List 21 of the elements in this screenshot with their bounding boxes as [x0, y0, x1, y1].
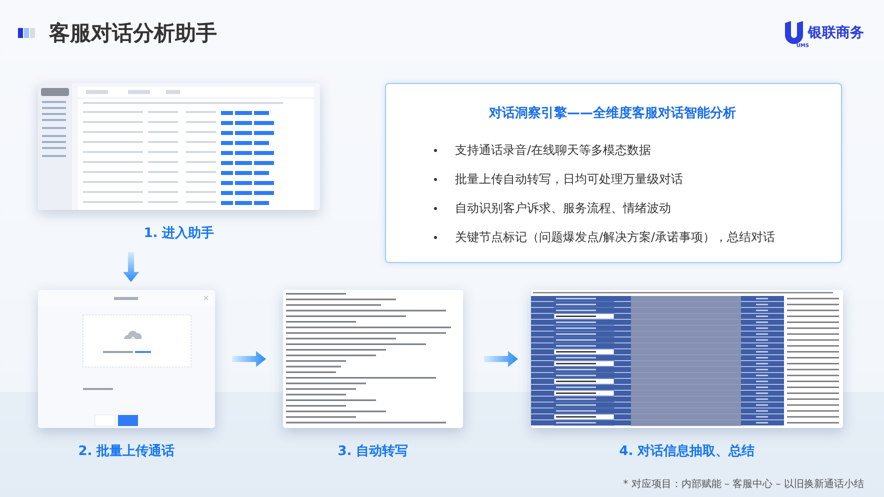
page-title: 客服对话分析助手 — [49, 20, 218, 47]
footnote: * 对应项目：内部赋能 – 客服中心 – 以旧换新通话小结 — [623, 478, 865, 492]
card-title: 对话洞察引擎——全维度客服对话智能分析 — [488, 104, 737, 122]
bullet-icon — [434, 149, 437, 152]
right-arrow-icon — [484, 351, 518, 367]
step-label: 1. 进入助手 — [144, 224, 214, 242]
bullet-icon — [434, 236, 437, 239]
logo-text: 银联商务 — [808, 24, 864, 42]
bullet-text: 自动识别客户诉求、服务流程、情绪波动 — [455, 200, 671, 217]
step-label: 3. 自动转写 — [338, 443, 408, 460]
bullet-text: 支持通话录音/在线聊天等多模态数据 — [455, 142, 652, 159]
step-label: 4. 对话信息抽取、总结 — [619, 443, 755, 460]
title-marks-icon — [18, 28, 35, 38]
bullet-icon — [434, 207, 437, 210]
bullet-icon — [434, 178, 437, 181]
bullet-text: 批量上传自动转写，日均可处理万量级对话 — [455, 171, 683, 188]
step-label: 2. 批量上传通话 — [78, 443, 175, 460]
down-arrow-icon — [123, 252, 139, 282]
right-arrow-icon — [232, 351, 266, 367]
bullet-text: 关键节点标记（问题爆发点/解决方案/承诺事项），总结对话 — [455, 229, 776, 246]
logo-icon — [783, 21, 805, 45]
